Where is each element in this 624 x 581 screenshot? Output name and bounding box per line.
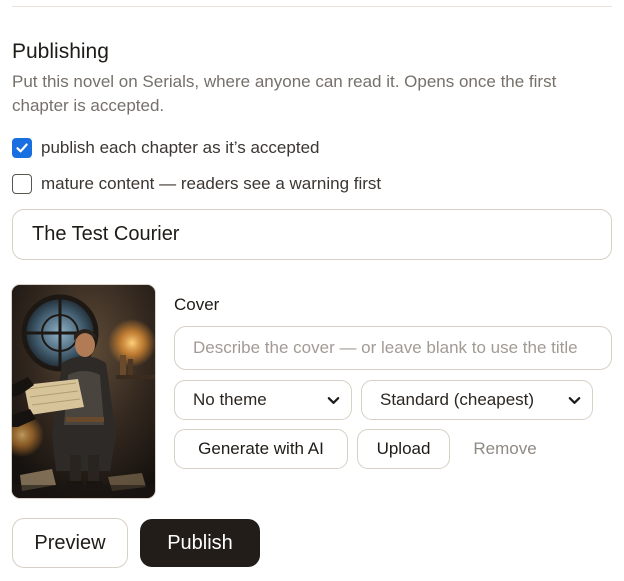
chevron-down-icon xyxy=(568,396,581,404)
cover-image xyxy=(12,285,155,498)
publish-each-label: publish each chapter as it’s accepted xyxy=(41,138,320,157)
generate-with-ai-button[interactable]: Generate with AI xyxy=(174,429,348,469)
cover-prompt-input[interactable] xyxy=(174,326,612,370)
title-input[interactable] xyxy=(12,209,612,260)
mature-content-checkbox[interactable] xyxy=(12,174,32,194)
quality-select-value: Standard (cheapest) xyxy=(380,390,535,409)
mature-content-option[interactable]: mature content — readers see a warning f… xyxy=(12,173,381,195)
publish-each-option[interactable]: publish each chapter as it’s accepted xyxy=(12,137,319,159)
publish-each-checkbox[interactable] xyxy=(12,138,32,158)
publish-button[interactable]: Publish xyxy=(140,519,260,567)
chevron-down-icon xyxy=(327,396,340,404)
quality-select[interactable]: Standard (cheapest) xyxy=(361,380,593,420)
cover-label: Cover xyxy=(174,295,220,314)
remove-cover-button[interactable]: Remove xyxy=(461,429,549,469)
section-heading: Publishing xyxy=(12,40,109,63)
upload-button[interactable]: Upload xyxy=(357,429,450,469)
theme-select-value: No theme xyxy=(193,390,267,409)
section-divider xyxy=(12,6,612,7)
checkmark-icon xyxy=(16,143,28,153)
mature-content-label: mature content — readers see a warning f… xyxy=(41,174,382,193)
preview-button[interactable]: Preview xyxy=(12,518,128,568)
theme-select[interactable]: No theme xyxy=(174,380,352,420)
section-description: Put this novel on Serials, where anyone … xyxy=(12,72,557,115)
